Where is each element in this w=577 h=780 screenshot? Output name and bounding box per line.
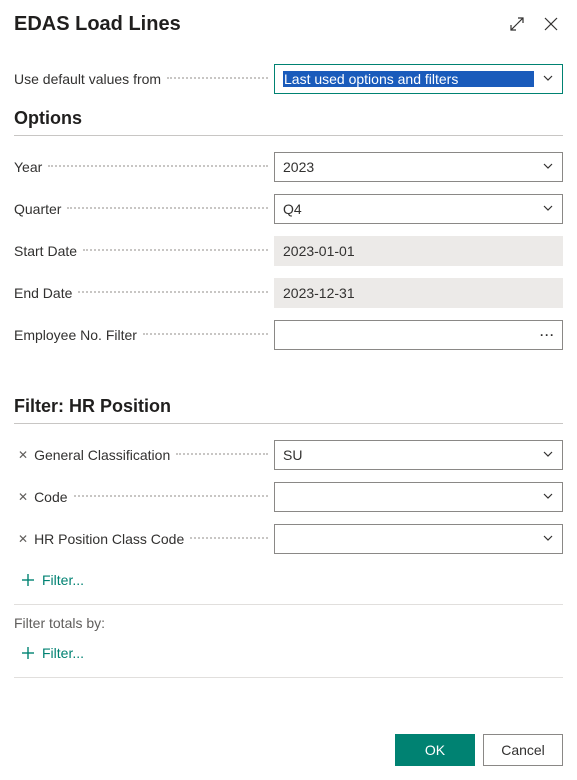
dialog-footer: OK Cancel [14,734,563,766]
defaults-select[interactable]: Last used options and filters [274,64,563,94]
ok-button[interactable]: OK [395,734,475,766]
add-filter-label: Filter... [42,572,84,588]
start-date-value: 2023-01-01 [283,243,355,259]
options-heading: Options [14,108,563,129]
defaults-field: Last used options and filters [274,64,563,94]
header-actions [505,12,563,36]
pos-class-label: HR Position Class Code [34,531,184,547]
chevron-down-icon [542,201,554,217]
code-label: Code [34,489,67,505]
quarter-row: Quarter Q4 [14,194,563,224]
remove-filter-icon[interactable]: ✕ [18,448,28,462]
year-value: 2023 [283,159,534,175]
dialog-header: EDAS Load Lines [14,12,563,36]
expand-icon[interactable] [505,12,529,36]
year-row: Year 2023 [14,152,563,182]
pos-class-select[interactable] [274,524,563,554]
year-select[interactable]: 2023 [274,152,563,182]
add-filter-label: Filter... [42,645,84,661]
start-date-row: Start Date 2023-01-01 [14,236,563,266]
end-date-value: 2023-12-31 [283,285,355,301]
code-row: ✕ Code [14,482,563,512]
add-filter-button[interactable]: Filter... [14,566,563,592]
defaults-label-col: Use default values from [14,71,274,87]
employee-filter-input[interactable] [274,320,563,350]
remove-filter-icon[interactable]: ✕ [18,490,28,504]
quarter-label: Quarter [14,201,61,217]
end-date-row: End Date 2023-12-31 [14,278,563,308]
divider [14,677,563,678]
chevron-down-icon [542,531,554,547]
defaults-select-value: Last used options and filters [283,71,534,87]
chevron-down-icon [542,71,554,87]
plus-icon [20,572,36,588]
gen-class-label: General Classification [34,447,170,463]
dialog-title: EDAS Load Lines [14,13,181,36]
defaults-label: Use default values from [14,71,161,87]
filter-heading: Filter: HR Position [14,396,563,417]
gen-class-value: SU [283,447,534,463]
add-totals-filter-button[interactable]: Filter... [14,639,563,665]
start-date-field: 2023-01-01 [274,236,563,266]
end-date-field: 2023-12-31 [274,278,563,308]
quarter-value: Q4 [283,201,534,217]
gen-class-row: ✕ General Classification SU [14,440,563,470]
gen-class-select[interactable]: SU [274,440,563,470]
divider [14,604,563,605]
plus-icon [20,645,36,661]
defaults-row: Use default values from Last used option… [14,64,563,94]
end-date-label: End Date [14,285,72,301]
leader-dots [167,77,268,79]
employee-filter-row: Employee No. Filter ··· [14,320,563,350]
quarter-select[interactable]: Q4 [274,194,563,224]
year-label: Year [14,159,42,175]
chevron-down-icon [542,489,554,505]
start-date-label: Start Date [14,243,77,259]
filter-totals-label: Filter totals by: [14,615,563,631]
divider [14,135,563,136]
divider [14,423,563,424]
pos-class-row: ✕ HR Position Class Code [14,524,563,554]
remove-filter-icon[interactable]: ✕ [18,532,28,546]
code-select[interactable] [274,482,563,512]
employee-filter-label: Employee No. Filter [14,327,137,343]
close-icon[interactable] [539,12,563,36]
lookup-button[interactable]: ··· [536,328,559,342]
chevron-down-icon [542,447,554,463]
chevron-down-icon [542,159,554,175]
cancel-button[interactable]: Cancel [483,734,563,766]
